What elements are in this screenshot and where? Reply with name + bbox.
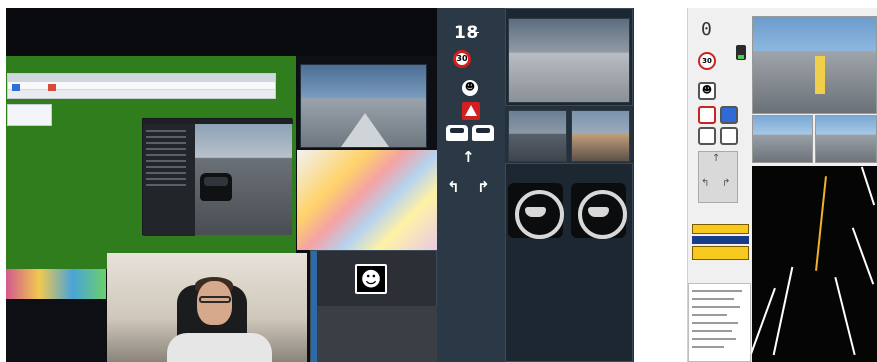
list-item[interactable] <box>146 154 186 156</box>
lane-line <box>834 276 856 356</box>
pedestrian-sign-icon <box>720 106 738 124</box>
steering-wheel-icon <box>571 183 627 239</box>
form-row[interactable] <box>692 338 736 340</box>
center-line <box>815 176 827 271</box>
paint-canvas <box>297 150 437 250</box>
info-tag-blue <box>692 236 749 244</box>
straight-arrow-icon: ↑ <box>462 148 475 166</box>
lane-line <box>860 166 876 206</box>
browser-tab-bar[interactable] <box>8 74 275 82</box>
list-item[interactable] <box>146 178 186 180</box>
road-lane <box>341 113 389 147</box>
speed-unit-mark <box>469 32 479 33</box>
driver-face-icon: ☻ <box>462 80 478 96</box>
speed-readout: 18 <box>454 23 479 43</box>
camera-view <box>300 64 427 148</box>
simulator-window[interactable] <box>142 118 293 236</box>
driver-face-icon: ☻ <box>698 82 716 100</box>
speed-limit-sign-icon: 30 <box>453 50 471 68</box>
car-ahead-icon <box>446 125 468 141</box>
steering-wheel-icon <box>508 183 564 239</box>
form-row[interactable] <box>692 298 734 300</box>
left-camera-view <box>508 110 567 162</box>
webcam-view <box>107 253 307 362</box>
driving-dashboard: 18 30 ☻ ↑ ↰ ↱ <box>437 8 634 362</box>
form-row[interactable] <box>692 290 742 292</box>
right-camera-view <box>815 115 877 163</box>
list-item[interactable] <box>146 172 186 174</box>
right-camera-view <box>571 110 630 162</box>
front-camera-view <box>508 18 630 103</box>
form-row[interactable] <box>692 346 724 348</box>
turn-right-arrow-icon: ↱ <box>477 178 490 196</box>
green-light <box>738 55 744 59</box>
turn-right-arrow-icon: ↱ <box>722 178 731 189</box>
colorful-thumbnail <box>6 269 106 299</box>
list-item[interactable] <box>146 130 186 132</box>
simulator-side-panel[interactable] <box>143 124 195 236</box>
alert-lower-panel <box>317 306 437 362</box>
pedestrian <box>815 56 825 94</box>
car-ahead-icon <box>472 125 494 141</box>
person-shirt <box>167 333 272 362</box>
warning-triangle-icon <box>698 106 716 124</box>
left-camera-view <box>752 115 813 163</box>
lane-line <box>772 266 794 356</box>
red-icon[interactable] <box>48 84 56 91</box>
turn-left-arrow-icon: ↰ <box>701 178 710 189</box>
form-row[interactable] <box>692 314 727 316</box>
list-item[interactable] <box>146 160 186 162</box>
settings-panel[interactable] <box>7 104 52 126</box>
turn-left-arrow-icon: ↰ <box>447 178 460 196</box>
form-row[interactable] <box>692 322 738 324</box>
speed-readout: 0 <box>701 19 712 40</box>
list-item[interactable] <box>146 166 186 168</box>
right-dashboard: 0 30 ☻ ↑ ↰ ↱ <box>687 8 877 362</box>
info-tag <box>692 246 749 260</box>
screenshot: ☻ 18 30 ☻ ↑ ↰ ↱ 0 30 ☻ ↑ ↰ ↱ <box>0 0 877 362</box>
car-ahead-icon <box>720 127 738 145</box>
car-window <box>204 177 228 186</box>
warning-triangle-icon <box>462 102 480 120</box>
list-item[interactable] <box>146 142 186 144</box>
list-item[interactable] <box>146 148 186 150</box>
person-head <box>197 281 232 325</box>
lane-detection-view <box>750 166 877 362</box>
browser-window[interactable] <box>7 73 276 99</box>
form-row[interactable] <box>692 306 740 308</box>
speed-limit-sign-icon: 30 <box>698 52 716 70</box>
list-item[interactable] <box>146 136 186 138</box>
lane-line <box>851 227 875 285</box>
list-item[interactable] <box>146 184 186 186</box>
settings-form[interactable] <box>688 283 751 362</box>
driver-alert-window[interactable]: ☻ <box>310 250 437 362</box>
form-row[interactable] <box>692 330 732 332</box>
lane-line <box>750 287 776 355</box>
info-tag <box>692 224 749 234</box>
left-top-bar <box>6 8 437 56</box>
car-ahead-icon <box>698 127 716 145</box>
driver-face-icon: ☻ <box>355 264 387 294</box>
person-glasses <box>199 296 231 303</box>
straight-arrow-icon: ↑ <box>712 153 721 164</box>
blue-icon[interactable] <box>12 84 20 91</box>
